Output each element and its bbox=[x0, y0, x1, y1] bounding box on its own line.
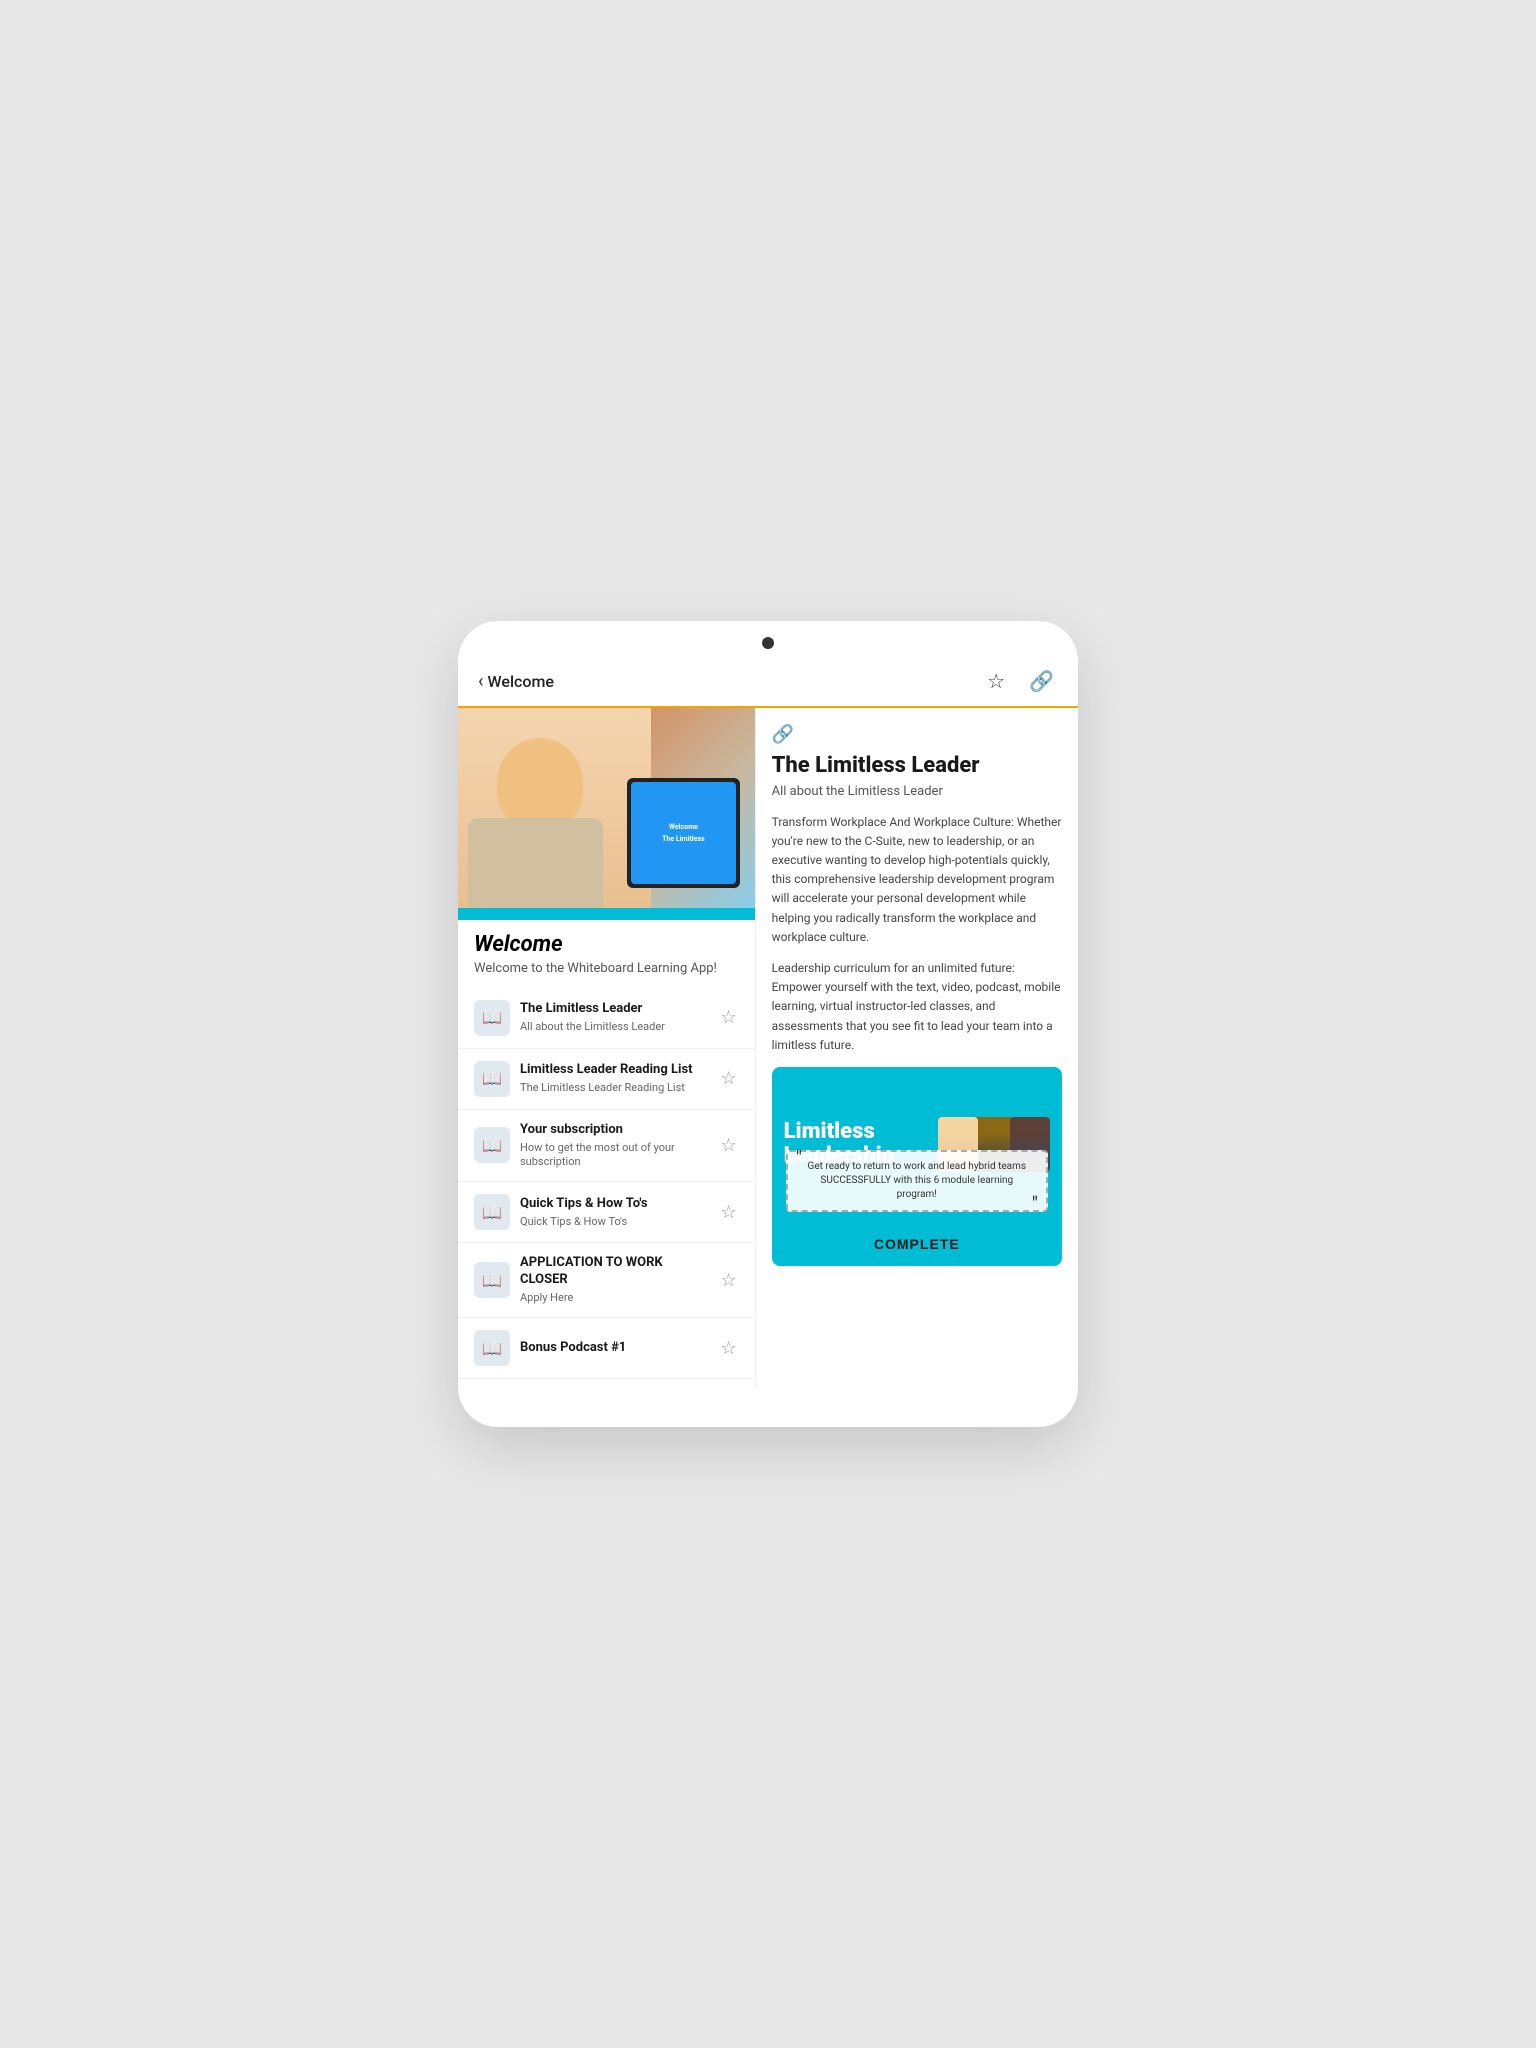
star-button[interactable]: ☆ bbox=[718, 1133, 738, 1158]
link-button[interactable]: 🔗 bbox=[1025, 665, 1058, 698]
quote-mark-left: " bbox=[796, 1148, 802, 1168]
course-title: The Limitless Leader bbox=[772, 753, 1062, 778]
book-icon: 📖 bbox=[482, 1203, 502, 1222]
book-icon: 📖 bbox=[482, 1271, 502, 1290]
nav-back-button[interactable]: ‹ Welcome bbox=[478, 671, 554, 692]
list-item[interactable]: 📖 APPLICATION TO WORK CLOSER Apply Here … bbox=[458, 1243, 755, 1318]
list-item-text: The Limitless Leader All about the Limit… bbox=[520, 1001, 708, 1034]
star-button[interactable]: ☆ bbox=[718, 1066, 738, 1091]
tablet-welcome-label: Welcome bbox=[669, 823, 698, 831]
quote-card: " Get ready to return to work and lead h… bbox=[786, 1150, 1048, 1212]
list-item-text: Bonus Podcast #1 bbox=[520, 1340, 708, 1357]
book-icon: 📖 bbox=[482, 1069, 502, 1088]
list-items: 📖 The Limitless Leader All about the Lim… bbox=[458, 980, 755, 1388]
list-item-title: Your subscription bbox=[520, 1122, 708, 1139]
list-item[interactable]: 📖 Quick Tips & How To's Quick Tips & How… bbox=[458, 1182, 755, 1243]
list-item-subtitle: Quick Tips & How To's bbox=[520, 1215, 708, 1229]
back-arrow-icon: ‹ bbox=[478, 671, 484, 692]
content-area: Welcome The Limitless Welcome Welcome to… bbox=[458, 708, 1078, 1388]
device-notch bbox=[458, 621, 1078, 657]
list-item[interactable]: 📖 Bonus Podcast #1 ☆ bbox=[458, 1318, 755, 1379]
course-image-card: Limitless Leadership " Get ready to retu… bbox=[772, 1067, 1062, 1266]
course-desc-2: Leadership curriculum for an unlimited f… bbox=[772, 959, 1062, 1055]
list-item-title: Bonus Podcast #1 bbox=[520, 1340, 708, 1357]
list-item-icon-box: 📖 bbox=[474, 1127, 510, 1163]
list-item-title: The Limitless Leader bbox=[520, 1001, 708, 1018]
list-item-text: Your subscription How to get the most ou… bbox=[520, 1122, 708, 1169]
section-subtitle: Welcome to the Whiteboard Learning App! bbox=[474, 961, 739, 976]
nav-actions: ☆ 🔗 bbox=[983, 665, 1058, 698]
list-item[interactable]: 📖 Your subscription How to get the most … bbox=[458, 1110, 755, 1182]
nav-bar: ‹ Welcome ☆ 🔗 bbox=[458, 657, 1078, 708]
hero-tablet: Welcome The Limitless bbox=[627, 778, 740, 888]
hero-tablet-screen: Welcome The Limitless bbox=[631, 782, 736, 884]
star-button[interactable]: ☆ bbox=[718, 1200, 738, 1225]
list-item-subtitle: The Limitless Leader Reading List bbox=[520, 1081, 708, 1095]
notch-dot bbox=[762, 637, 774, 649]
list-item-icon-box: 📖 bbox=[474, 1061, 510, 1097]
bookmark-button[interactable]: ☆ bbox=[983, 665, 1009, 698]
list-item-text: Limitless Leader Reading List The Limitl… bbox=[520, 1062, 708, 1095]
list-item-subtitle: Apply Here bbox=[520, 1291, 708, 1305]
section-title: Welcome bbox=[474, 932, 739, 957]
device-frame: ‹ Welcome ☆ 🔗 Welcome The Limitless bbox=[458, 621, 1078, 1428]
tablet-limitless-label: The Limitless bbox=[662, 835, 705, 843]
nav-back-label: Welcome bbox=[488, 672, 554, 691]
star-button[interactable]: ☆ bbox=[718, 1005, 738, 1030]
list-item-text: APPLICATION TO WORK CLOSER Apply Here bbox=[520, 1255, 708, 1305]
complete-button[interactable]: COMPLETE bbox=[772, 1222, 1062, 1266]
right-column: 🔗 The Limitless Leader All about the Lim… bbox=[756, 708, 1078, 1388]
list-item-subtitle: All about the Limitless Leader bbox=[520, 1020, 708, 1034]
list-item[interactable]: 📖 Limitless Leader Reading List The Limi… bbox=[458, 1049, 755, 1110]
list-item-text: Quick Tips & How To's Quick Tips & How T… bbox=[520, 1196, 708, 1229]
book-icon: 📖 bbox=[482, 1008, 502, 1027]
list-item-title: Quick Tips & How To's bbox=[520, 1196, 708, 1213]
link-icon: 🔗 bbox=[772, 724, 1062, 745]
list-item-title: APPLICATION TO WORK CLOSER bbox=[520, 1255, 708, 1289]
list-item-title: Limitless Leader Reading List bbox=[520, 1062, 708, 1079]
book-icon: 📖 bbox=[482, 1136, 502, 1155]
list-item-icon-box: 📖 bbox=[474, 1262, 510, 1298]
list-item-subtitle: How to get the most out of your subscrip… bbox=[520, 1141, 708, 1170]
hero-image: Welcome The Limitless bbox=[458, 708, 755, 908]
quote-card-text: Get ready to return to work and lead hyb… bbox=[800, 1160, 1034, 1202]
list-item-icon-box: 📖 bbox=[474, 1330, 510, 1366]
course-banner: Limitless Leadership " Get ready to retu… bbox=[772, 1067, 1062, 1222]
section-title-area: Welcome Welcome to the Whiteboard Learni… bbox=[458, 920, 755, 980]
course-desc-1: Transform Workplace And Workplace Cultur… bbox=[772, 813, 1062, 947]
hero-blue-bar bbox=[458, 908, 755, 920]
star-button[interactable]: ☆ bbox=[718, 1336, 738, 1361]
list-item-icon-box: 📖 bbox=[474, 1194, 510, 1230]
course-subtitle: All about the Limitless Leader bbox=[772, 784, 1062, 799]
star-button[interactable]: ☆ bbox=[718, 1268, 738, 1293]
book-icon: 📖 bbox=[482, 1339, 502, 1358]
hero-person bbox=[458, 708, 651, 908]
quote-mark-right: " bbox=[1032, 1194, 1038, 1214]
left-column: Welcome The Limitless Welcome Welcome to… bbox=[458, 708, 756, 1388]
list-item[interactable]: 📖 The Limitless Leader All about the Lim… bbox=[458, 988, 755, 1049]
list-item-icon-box: 📖 bbox=[474, 1000, 510, 1036]
